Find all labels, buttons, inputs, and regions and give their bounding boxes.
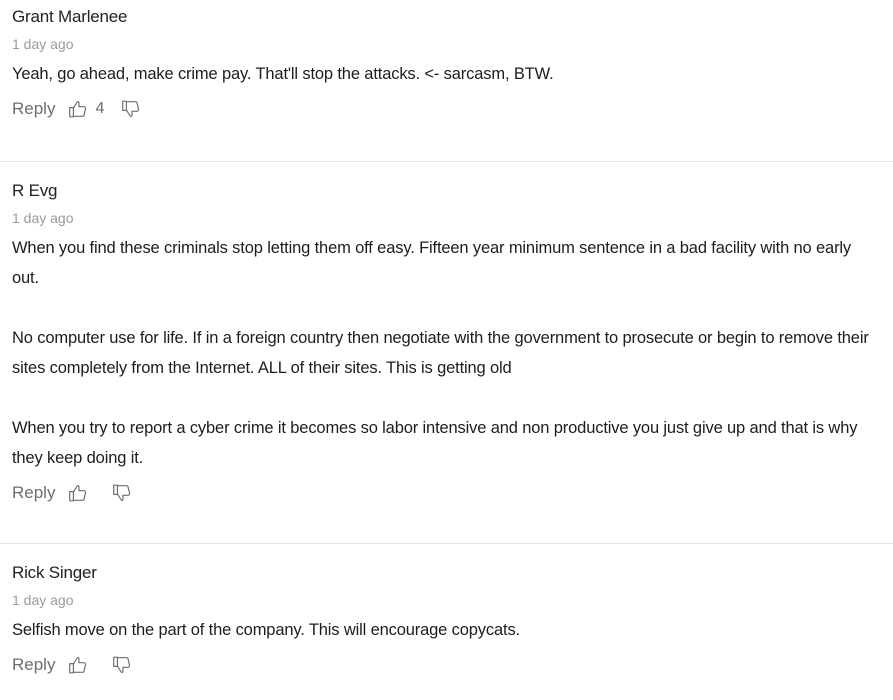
comment-timestamp: 1 day ago [12, 210, 74, 226]
comment-timestamp: 1 day ago [12, 592, 74, 608]
comment-actions: Reply [12, 481, 881, 505]
comment-body: Yeah, go ahead, make crime pay. That'll … [12, 59, 881, 89]
comment-paragraph-spacer [12, 383, 881, 413]
comment-body: When you find these criminals stop letti… [12, 233, 881, 473]
thumbs-down-icon [113, 656, 131, 674]
reply-button[interactable]: Reply [12, 99, 55, 119]
reply-button[interactable]: Reply [12, 483, 55, 503]
reply-button[interactable]: Reply [12, 655, 55, 675]
upvote-button[interactable] [67, 654, 95, 676]
upvote-button[interactable] [67, 482, 95, 504]
downvote-button[interactable] [111, 482, 133, 504]
comment-body: Selfish move on the part of the company.… [12, 615, 881, 645]
comment-author[interactable]: Grant Marlenee [12, 7, 881, 27]
comment-author[interactable]: R Evg [12, 181, 881, 201]
comment-item: R Evg 1 day ago When you find these crim… [0, 161, 893, 543]
upvote-button[interactable]: 4 [67, 98, 104, 120]
thumbs-down-icon [122, 100, 140, 118]
comment-actions: Reply [12, 653, 881, 677]
downvote-button[interactable] [111, 654, 133, 676]
comment-paragraph-spacer [12, 293, 881, 323]
thumbs-up-icon [69, 484, 87, 502]
thumbs-up-icon [69, 100, 87, 118]
comment-paragraph: When you try to report a cyber crime it … [12, 419, 858, 467]
downvote-button[interactable] [120, 98, 142, 120]
comment-paragraph: No computer use for life. If in a foreig… [12, 329, 869, 377]
upvote-count: 4 [95, 100, 105, 117]
comment-paragraph: Yeah, go ahead, make crime pay. That'll … [12, 65, 554, 83]
comment-list: Grant Marlenee 1 day ago Yeah, go ahead,… [0, 0, 893, 700]
comment-paragraph: Selfish move on the part of the company.… [12, 621, 520, 639]
comment-author[interactable]: Rick Singer [12, 563, 881, 583]
thumbs-down-icon [113, 484, 131, 502]
comment-item: Grant Marlenee 1 day ago Yeah, go ahead,… [0, 0, 893, 161]
comment-item: Rick Singer 1 day ago Selfish move on th… [0, 543, 893, 700]
comment-actions: Reply 4 [12, 97, 881, 121]
thumbs-up-icon [69, 656, 87, 674]
comment-timestamp: 1 day ago [12, 36, 74, 52]
comment-paragraph: When you find these criminals stop letti… [12, 239, 852, 287]
